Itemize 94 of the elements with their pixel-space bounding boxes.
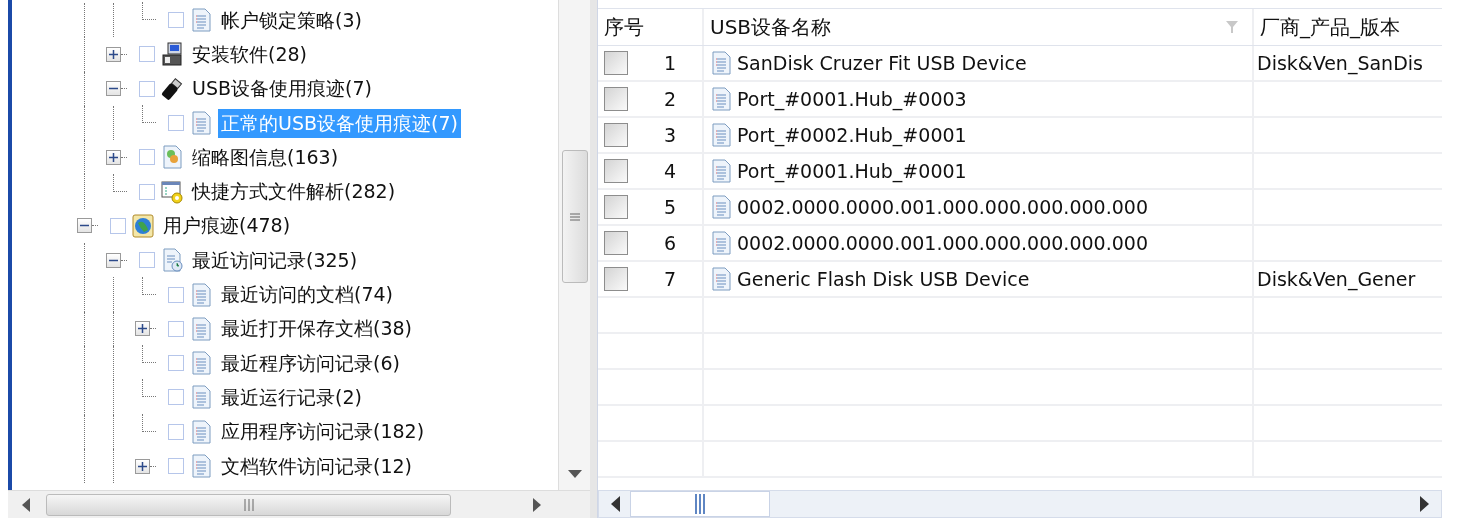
document-icon bbox=[190, 282, 212, 307]
scroll-left-arrow[interactable] bbox=[611, 496, 620, 512]
table-cell-text: 3 bbox=[662, 122, 678, 148]
row-checkbox[interactable] bbox=[604, 195, 628, 219]
document-icon bbox=[190, 419, 212, 444]
collapse-button[interactable] bbox=[106, 252, 121, 268]
computer-icon bbox=[161, 42, 183, 67]
document-icon bbox=[710, 87, 732, 111]
document-icon bbox=[710, 123, 732, 147]
scrollbar-thumb[interactable] bbox=[46, 493, 451, 516]
tree-item[interactable]: 最近打开保存文档(38) bbox=[218, 314, 415, 344]
scroll-right-arrow[interactable] bbox=[1420, 496, 1429, 512]
checkbox[interactable] bbox=[139, 252, 155, 269]
table-cell-text: Port_#0001.Hub_#0003 bbox=[737, 86, 967, 113]
document-icon bbox=[190, 316, 212, 341]
tree-item[interactable]: 文档软件访问记录(12) bbox=[218, 451, 415, 481]
tree-item[interactable]: 最近程序访问记录(6) bbox=[218, 348, 403, 378]
checkbox[interactable] bbox=[168, 423, 184, 440]
tree-item[interactable]: 帐户锁定策略(3) bbox=[218, 5, 365, 35]
image-icon bbox=[161, 145, 183, 170]
document-icon bbox=[710, 51, 732, 75]
table-cell-text: Disk&Ven_Gener bbox=[1256, 266, 1416, 293]
document-icon bbox=[190, 454, 212, 478]
table-cell-text: Port_#0001.Hub_#0001 bbox=[737, 158, 967, 185]
column-header[interactable]: 厂商_产品_版本 bbox=[1254, 12, 1400, 42]
gear-icon bbox=[161, 179, 183, 204]
collapse-button[interactable] bbox=[106, 81, 121, 97]
table-cell-text: Disk&Ven_SanDis bbox=[1256, 50, 1423, 77]
row-checkbox[interactable] bbox=[604, 159, 628, 183]
expand-button[interactable] bbox=[135, 321, 150, 337]
document-icon bbox=[190, 351, 212, 376]
scroll-down-arrow[interactable] bbox=[567, 470, 582, 478]
checkbox[interactable] bbox=[110, 217, 126, 234]
table-cell-text: 0002.0000.0000.001.000.000.000.000.000 bbox=[737, 230, 1148, 256]
table-cell-text: 1 bbox=[662, 50, 678, 76]
column-header[interactable]: 序号 bbox=[598, 12, 644, 42]
filter-icon[interactable] bbox=[1226, 21, 1238, 33]
table-cell-text: SanDisk Cruzer Fit USB Device bbox=[737, 50, 1027, 76]
document-icon bbox=[710, 231, 732, 255]
document-icon bbox=[190, 111, 212, 136]
checkbox[interactable] bbox=[168, 389, 184, 406]
row-checkbox[interactable] bbox=[604, 231, 628, 255]
table-cell-text: 2 bbox=[662, 86, 678, 112]
usb-stick-icon bbox=[161, 76, 183, 101]
row-checkbox[interactable] bbox=[604, 267, 628, 291]
expand-button[interactable] bbox=[135, 458, 150, 474]
expand-button[interactable] bbox=[106, 46, 121, 62]
document-icon bbox=[710, 195, 732, 219]
plus-icon bbox=[109, 49, 118, 59]
collapse-button[interactable] bbox=[77, 218, 92, 234]
table-cell-text: 6 bbox=[662, 230, 678, 256]
tree-item[interactable]: 最近运行记录(2) bbox=[218, 382, 365, 412]
table-cell-text: 4 bbox=[662, 158, 678, 184]
plus-icon bbox=[138, 324, 147, 334]
table-cell-text: 0002.0000.0000.001.000.000.000.000.000 bbox=[737, 194, 1148, 220]
globe-icon bbox=[132, 213, 154, 238]
tree-item[interactable]: 快捷方式文件解析(282) bbox=[189, 177, 399, 207]
checkbox[interactable] bbox=[168, 286, 184, 303]
tree-item[interactable]: 缩略图信息(163) bbox=[189, 142, 342, 172]
checkbox[interactable] bbox=[168, 320, 184, 337]
column-header[interactable]: USB设备名称 bbox=[704, 12, 832, 42]
tree-item[interactable]: 最近访问记录(325) bbox=[189, 245, 361, 275]
row-checkbox[interactable] bbox=[604, 51, 628, 75]
checkbox[interactable] bbox=[139, 149, 155, 166]
tree-item[interactable]: 最近访问的文档(74) bbox=[218, 280, 396, 309]
checkbox[interactable] bbox=[139, 80, 155, 97]
table-cell-text: 5 bbox=[662, 194, 678, 220]
plus-icon bbox=[138, 461, 147, 471]
checkbox[interactable] bbox=[168, 355, 184, 372]
scroll-right-arrow[interactable] bbox=[533, 497, 541, 512]
tree-item[interactable]: USB设备使用痕迹(7) bbox=[189, 74, 375, 104]
checkbox[interactable] bbox=[139, 46, 155, 63]
tree-item[interactable]: 应用程序访问记录(182) bbox=[218, 417, 428, 447]
checkbox[interactable] bbox=[168, 12, 184, 29]
scrollbar-thumb[interactable] bbox=[630, 491, 770, 517]
plus-icon bbox=[109, 152, 118, 162]
document-icon bbox=[190, 385, 212, 410]
table-cell-text: Generic Flash Disk USB Device bbox=[737, 266, 1030, 292]
scrollbar-thumb[interactable] bbox=[561, 150, 588, 283]
table-cell-text: Port_#0002.Hub_#0001 bbox=[737, 122, 967, 149]
expand-button[interactable] bbox=[106, 149, 121, 165]
checkbox[interactable] bbox=[168, 115, 184, 132]
table-cell-text: 7 bbox=[662, 266, 678, 292]
tree-item[interactable]: 安装软件(28) bbox=[189, 39, 310, 69]
checkbox[interactable] bbox=[139, 183, 155, 200]
scroll-left-arrow[interactable] bbox=[22, 497, 30, 512]
tree-item[interactable]: 用户痕迹(478) bbox=[160, 211, 294, 241]
row-checkbox[interactable] bbox=[604, 87, 628, 111]
document-icon bbox=[710, 267, 732, 291]
clock-document-icon bbox=[161, 248, 183, 273]
document-icon bbox=[710, 159, 732, 183]
document-icon bbox=[190, 8, 212, 33]
row-checkbox[interactable] bbox=[604, 123, 628, 147]
checkbox[interactable] bbox=[168, 458, 184, 474]
